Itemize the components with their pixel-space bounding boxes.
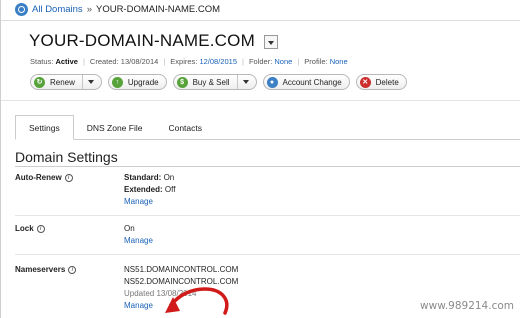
delete-icon: ✕	[359, 76, 371, 88]
upgrade-label: Upgrade	[127, 77, 159, 87]
renew-dropdown-toggle[interactable]	[81, 75, 94, 89]
status-value: Active	[55, 57, 78, 66]
meta-separator: |	[297, 57, 300, 66]
tab-contacts[interactable]: Contacts	[155, 115, 215, 140]
domain-details-page: All Domains » YOUR-DOMAIN-NAME.COM YOUR-…	[0, 0, 520, 318]
breadcrumb-separator: »	[86, 4, 92, 15]
meta-separator: |	[82, 57, 85, 66]
tabs-divider	[15, 139, 520, 140]
expires-link[interactable]: 12/08/2015	[199, 57, 237, 66]
profile-field: Profile: None	[304, 57, 347, 66]
extended-row: Extended: Off	[124, 184, 175, 196]
domain-meta: Status: Active | Created: 13/08/2014 | E…	[30, 57, 348, 66]
standard-row: Standard: On	[124, 172, 175, 184]
info-icon[interactable]: i	[36, 224, 45, 233]
renew-label: Renew	[50, 77, 75, 87]
watermark: www.989214.com	[420, 300, 514, 312]
info-icon[interactable]: i	[64, 173, 73, 182]
delete-button[interactable]: ✕ Delete	[355, 74, 407, 90]
domain-dropdown-button[interactable]	[263, 35, 278, 49]
standard-label: Standard:	[124, 173, 162, 182]
buy-sell-button[interactable]: $ Buy & Sell	[172, 74, 257, 90]
divider	[1, 100, 520, 101]
breadcrumb: All Domains » YOUR-DOMAIN-NAME.COM	[15, 3, 220, 16]
auto-renew-label: Auto-Renew i	[15, 173, 73, 182]
all-domains-link[interactable]: All Domains	[32, 4, 83, 15]
section-title: Domain Settings	[15, 149, 118, 165]
chevron-down-icon	[87, 80, 94, 84]
divider	[1, 20, 520, 21]
account-change-button[interactable]: ● Account Change	[262, 74, 350, 90]
auto-renew-manage-link[interactable]: Manage	[124, 197, 153, 206]
buy-sell-dropdown-toggle[interactable]	[236, 75, 249, 89]
divider	[15, 254, 520, 255]
extended-value: Off	[164, 185, 176, 194]
renew-icon: ↻	[34, 76, 45, 88]
domain-name: YOUR-DOMAIN-NAME.COM	[29, 31, 255, 50]
lock-value: On	[124, 224, 135, 233]
nameservers-label: Nameservers i	[15, 265, 77, 274]
profile-label: Profile:	[304, 57, 328, 66]
status-field: Status: Active	[30, 57, 78, 66]
nameservers-label-text: Nameservers	[15, 265, 66, 274]
tab-bar: Settings DNS Zone File Contacts	[15, 115, 215, 140]
dollar-icon: $	[176, 76, 188, 88]
auto-renew-values: Standard: On Extended: Off Manage	[124, 172, 175, 208]
lock-values: On Manage	[124, 223, 153, 247]
nameservers-manage-link[interactable]: Manage	[124, 301, 153, 310]
meta-separator: |	[242, 57, 244, 66]
tab-settings[interactable]: Settings	[15, 115, 74, 140]
auto-renew-label-text: Auto-Renew	[15, 173, 62, 182]
folder-label: Folder:	[248, 57, 273, 66]
folder-link[interactable]: None	[274, 57, 292, 66]
created-date: Created: 13/08/2014	[89, 57, 159, 66]
info-icon[interactable]: i	[68, 265, 77, 274]
user-icon: ●	[266, 76, 278, 88]
delete-label: Delete	[375, 77, 399, 87]
breadcrumb-current: YOUR-DOMAIN-NAME.COM	[95, 4, 221, 15]
annotation-arrow-icon	[165, 287, 229, 315]
expires-label: Expires:	[170, 57, 198, 66]
domain-title: YOUR-DOMAIN-NAME.COM	[29, 31, 278, 51]
divider	[15, 166, 520, 167]
account-change-label: Account Change	[282, 77, 342, 87]
action-toolbar: ↻ Renew ↑ Upgrade $ Buy & Sell ● Account…	[30, 74, 407, 90]
status-label: Status:	[30, 57, 54, 66]
expires-field: Expires: 12/08/2015	[170, 57, 237, 66]
globe-icon	[15, 3, 28, 16]
lock-label-text: Lock	[15, 224, 34, 233]
lock-manage-link[interactable]: Manage	[124, 236, 153, 245]
chevron-down-icon	[242, 80, 249, 84]
folder-field: Folder: None	[249, 57, 292, 66]
upgrade-button[interactable]: ↑ Upgrade	[107, 74, 167, 90]
meta-separator: |	[163, 57, 166, 66]
divider	[15, 215, 520, 216]
tab-dns-zone-file[interactable]: DNS Zone File	[74, 115, 156, 140]
buy-sell-label: Buy & Sell	[192, 77, 230, 87]
upgrade-icon: ↑	[111, 76, 123, 88]
renew-button[interactable]: ↻ Renew	[30, 74, 102, 90]
lock-label: Lock i	[15, 224, 45, 233]
standard-value: On	[163, 173, 175, 182]
profile-link[interactable]: None	[330, 57, 348, 66]
extended-label: Extended:	[124, 185, 163, 194]
